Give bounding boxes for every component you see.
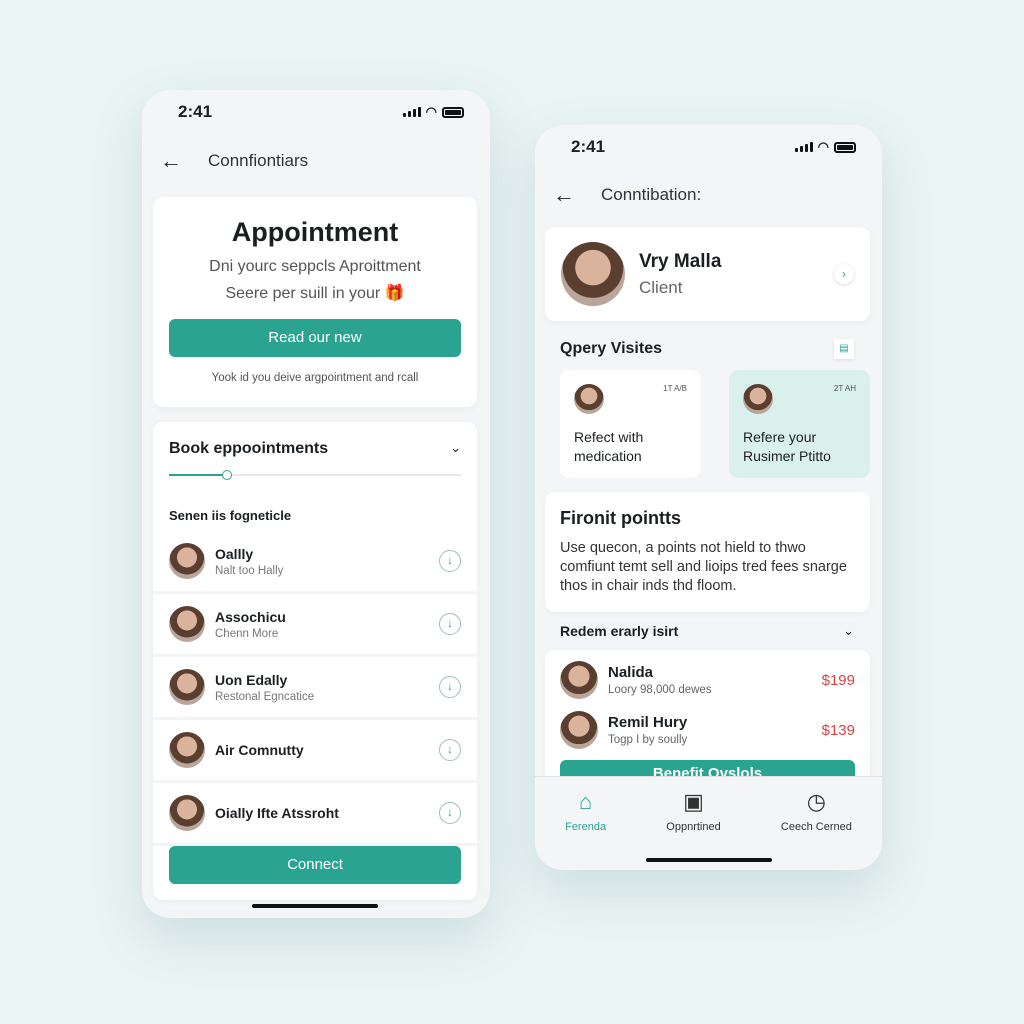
hero-subtitle-2: Seere per suill in your <box>225 285 381 302</box>
avatar <box>561 242 625 306</box>
points-card: Fironit pointts Use quecon, a points not… <box>545 492 870 612</box>
signal-icon <box>794 142 813 152</box>
hero-note: Yook id you deive argpointment and rcall <box>211 372 419 384</box>
chevron-down-icon[interactable]: ⌄ <box>450 440 461 458</box>
item-subtitle: Togp I by soully <box>608 734 688 746</box>
visits-title: Qpery Visites <box>560 340 662 357</box>
download-icon[interactable]: ↓ <box>439 676 461 698</box>
tab-label: Oppnrtined <box>666 821 721 833</box>
read-button[interactable]: Read our new <box>169 319 461 357</box>
avatar <box>169 795 205 831</box>
progress-track[interactable] <box>169 470 461 480</box>
points-title: Fironit pointts <box>560 508 681 528</box>
redeem-item[interactable]: Remil Hury Togp I by soully $139 <box>545 705 870 755</box>
download-icon[interactable]: ↓ <box>439 802 461 824</box>
item-subtitle: Restonal Egncatice <box>215 690 315 703</box>
tab-0[interactable]: ⌂ Ferenda <box>565 789 606 870</box>
avatar <box>169 732 205 768</box>
book-card: Book eppoointments ⌄ Senen iis fogneticl… <box>153 422 477 900</box>
points-body: Use quecon, a points not hield to thwo c… <box>560 540 847 594</box>
visit-card[interactable]: 1T A/B Refect with medication <box>560 370 701 478</box>
profile-name: Vry Malla <box>639 250 722 272</box>
item-price: $199 <box>821 671 855 689</box>
book-title: Book eppoointments <box>169 440 329 457</box>
download-icon[interactable]: ↓ <box>439 739 461 761</box>
redeem-title: Redem erarly isirt <box>560 623 679 639</box>
item-subtitle: Chenn More <box>215 627 279 640</box>
section-label: Senen iis fogneticle <box>169 508 292 523</box>
redeem-card: Nalida Loory 98,000 dewes $199 Remil Hury To… <box>545 650 870 800</box>
signal-icon <box>402 107 421 117</box>
list-item[interactable]: Oallly Nalt too Hally ↓ <box>153 531 477 594</box>
chevron-down-icon[interactable]: ⌄ <box>843 623 854 639</box>
avatar <box>169 543 205 579</box>
item-name: Nalida <box>608 664 654 681</box>
tab-2[interactable]: ◷ Ceech Cerned <box>781 789 852 870</box>
item-name: Remil Hury <box>608 714 688 731</box>
redeem-item[interactable]: Nalida Loory 98,000 dewes $199 <box>545 655 870 705</box>
clock-icon: ◷ <box>806 789 826 814</box>
avatar <box>574 384 604 414</box>
connect-button[interactable]: Connect <box>169 846 461 884</box>
visit-time: 2T AH <box>833 384 856 393</box>
redeem-header[interactable]: Redem erarly isirt ⌄ <box>560 623 854 639</box>
list-item[interactable]: Assochicu Chenn More ↓ <box>153 594 477 657</box>
gift-icon: 🎁 <box>384 285 405 302</box>
avatar <box>743 384 773 414</box>
item-subtitle: Loory 98,000 dewes <box>608 684 712 696</box>
avatar <box>169 669 205 705</box>
visit-text: Refect with medication <box>574 429 644 464</box>
visit-text: Refere your Rusimer Ptitto <box>743 429 831 464</box>
clock: 2:41 <box>571 137 606 156</box>
book-header[interactable]: Book eppoointments ⌄ <box>153 422 477 458</box>
nav-title: Conntibation: <box>601 185 702 204</box>
tab-bar: ⌂ Ferenda ▣ Oppnrtined ◷ Ceech Cerned <box>535 776 882 870</box>
list-item[interactable]: Uon Edally Restonal Egncatice ↓ <box>153 657 477 720</box>
status-bar: 2:41 ◠ <box>571 137 856 157</box>
avatar <box>560 661 598 699</box>
wifi-icon: ◠ <box>817 139 829 154</box>
profile-role: Client <box>639 277 683 297</box>
avatar <box>169 606 205 642</box>
filter-icon[interactable]: ▤ <box>834 339 854 359</box>
nav-title: Connfiontiars <box>208 151 309 170</box>
item-name: Assochicu <box>215 608 286 625</box>
appointment-card: Appointment Dni yourc seppcls Aproittmen… <box>153 197 477 407</box>
profile-card[interactable]: Vry Malla Client › <box>545 227 870 321</box>
visit-time: 1T A/B <box>663 384 687 393</box>
back-arrow-icon[interactable]: ← <box>553 182 575 208</box>
chevron-right-icon[interactable]: › <box>834 264 854 284</box>
back-arrow-icon[interactable]: ← <box>160 148 182 174</box>
home-indicator <box>646 858 772 862</box>
battery-icon <box>442 106 464 118</box>
hero-subtitle: Dni yourc seppcls Aproittment <box>209 258 421 275</box>
right-phone: 2:41 ◠ ← Conntibation: Vry Malla Client … <box>535 125 882 870</box>
item-name: Air Comnutty <box>215 742 304 758</box>
list-item[interactable]: Oially Ifte Atssroht ↓ <box>153 783 477 846</box>
status-bar: 2:41 ◠ <box>178 102 464 122</box>
progress-fill <box>169 474 228 476</box>
item-price: $139 <box>821 721 855 739</box>
home-icon: ⌂ <box>578 789 593 814</box>
tab-label: Ceech Cerned <box>780 821 852 833</box>
box-icon: ▣ <box>683 789 704 814</box>
tab-label: Ferenda <box>565 821 607 833</box>
item-subtitle: Nalt too Hally <box>215 564 284 577</box>
home-indicator <box>252 904 378 908</box>
item-name: Oially Ifte Atssroht <box>215 805 339 821</box>
item-name: Oallly <box>215 545 254 562</box>
wifi-icon: ◠ <box>425 104 437 119</box>
left-phone: 2:41 ◠ ← Connfiontiars Appointment Dni y… <box>142 90 490 918</box>
battery-icon <box>834 141 856 153</box>
visit-card[interactable]: 2T AH Refere your Rusimer Ptitto <box>729 370 870 478</box>
clock: 2:41 <box>178 102 213 121</box>
item-name: Uon Edally <box>215 671 288 688</box>
hero-title: Appointment <box>231 217 399 247</box>
download-icon[interactable]: ↓ <box>439 550 461 572</box>
progress-knob[interactable] <box>222 470 233 480</box>
download-icon[interactable]: ↓ <box>439 613 461 635</box>
list-item[interactable]: Air Comnutty ↓ <box>153 720 477 783</box>
avatar <box>560 711 598 749</box>
